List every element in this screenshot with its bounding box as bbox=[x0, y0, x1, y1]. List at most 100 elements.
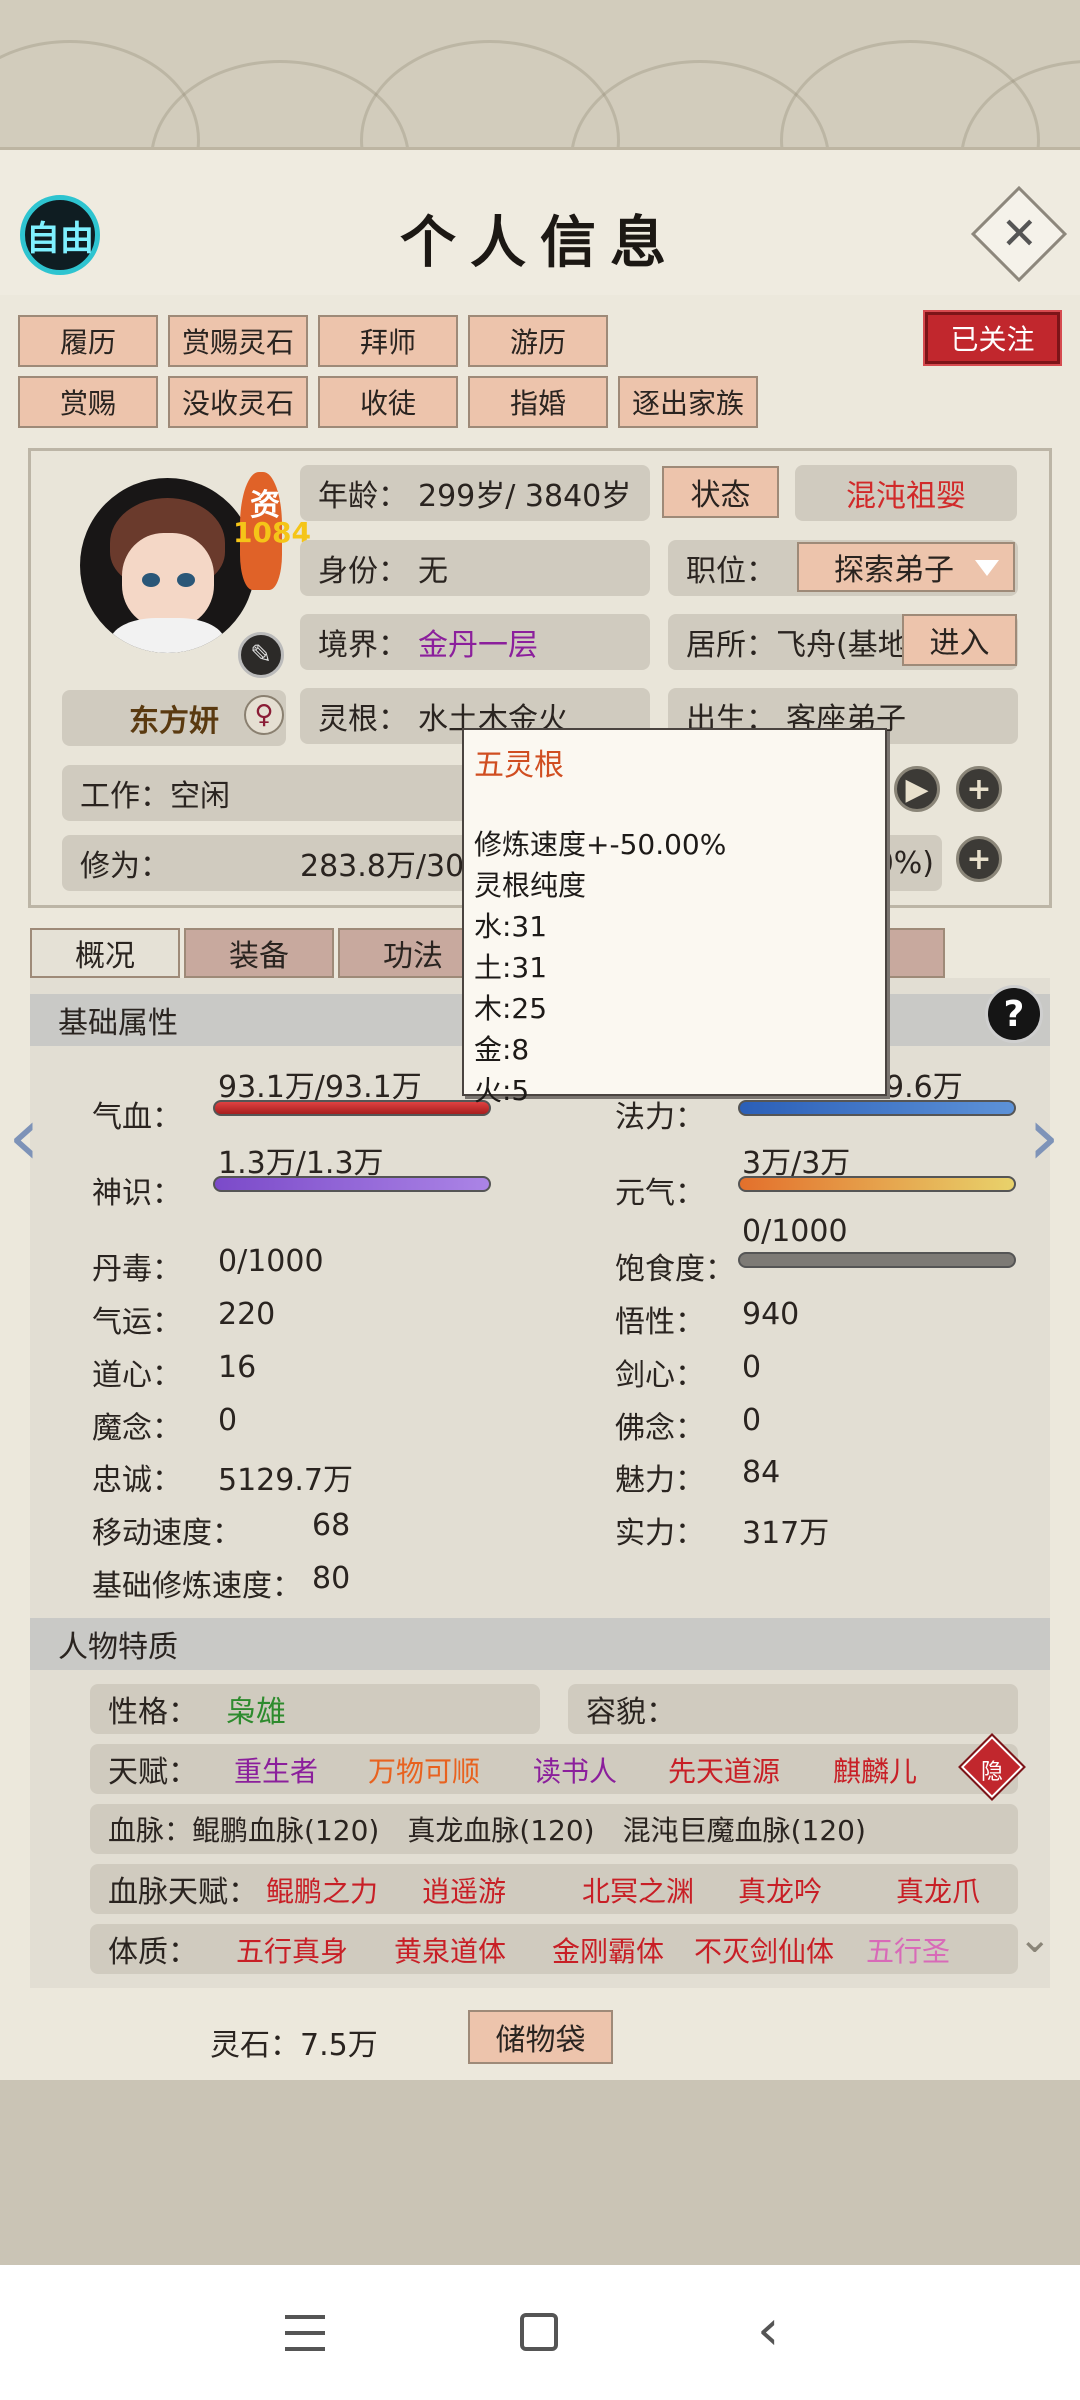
stat-label-power: 实力： bbox=[615, 1516, 705, 1551]
menu-icon[interactable] bbox=[285, 2315, 325, 2351]
stat-label-luck: 气运： bbox=[92, 1305, 182, 1340]
blood-talent-item[interactable]: 真龙爪 bbox=[896, 1870, 980, 1910]
physique-item[interactable]: 不灭剑仙体 bbox=[694, 1930, 834, 1970]
stat-value-dandu: 0/1000 bbox=[218, 1244, 324, 1279]
stat-value-daoxin: 16 bbox=[218, 1350, 257, 1385]
spirit-stone-count: 灵石：7.5万 bbox=[210, 2028, 378, 2063]
reward-button[interactable]: 赏赐 bbox=[18, 376, 158, 428]
stat-value-loyalty: 5129.7万 bbox=[218, 1463, 353, 1498]
satiety-value: 0/1000 bbox=[742, 1214, 848, 1249]
confiscate-stone-button[interactable]: 没收灵石 bbox=[168, 376, 308, 428]
back-icon[interactable]: ‹ bbox=[757, 2303, 779, 2359]
yuanqi-bar bbox=[738, 1176, 1016, 1192]
blood-talent-item[interactable]: 鲲鹏之力 bbox=[266, 1870, 378, 1910]
stat-label-loyalty: 忠诚： bbox=[92, 1463, 182, 1498]
traits-header: 人物特质 bbox=[30, 1618, 1050, 1670]
physique-item[interactable]: 金刚霸体 bbox=[552, 1930, 664, 1970]
expel-button[interactable]: 逐出家族 bbox=[618, 376, 758, 428]
tooltip-speed: 修炼速度+-50.00% bbox=[474, 828, 727, 861]
position-dropdown[interactable]: 探索弟子 bbox=[797, 542, 1015, 592]
tab-overview[interactable]: 概况 bbox=[30, 928, 180, 978]
talent-item[interactable]: 麒麟儿 bbox=[833, 1750, 917, 1790]
tooltip-fire: 火:5 bbox=[474, 1074, 530, 1107]
stat-value-speed: 68 bbox=[312, 1508, 351, 1543]
shenshi-bar bbox=[213, 1176, 491, 1192]
stat-value-charm: 84 bbox=[742, 1455, 781, 1490]
rank-badge: 混沌祖婴 bbox=[795, 465, 1017, 521]
name-text: 东方妍 bbox=[129, 704, 219, 739]
enter-button[interactable]: 进入 bbox=[902, 614, 1017, 666]
talent-item[interactable]: 万物可顺 bbox=[368, 1750, 480, 1790]
spirit-root-tooltip: 五灵根 修炼速度+-50.00% 灵根纯度 水:31 土:31 木:25 金:8… bbox=[462, 728, 887, 1107]
shenshi-label: 神识： bbox=[92, 1176, 182, 1211]
tooltip-purity: 灵根纯度 bbox=[474, 869, 587, 902]
looks-field: 容貌： bbox=[568, 1684, 1018, 1734]
personality-field: 性格： 枭雄 bbox=[90, 1684, 540, 1734]
stat-label-jianxin: 剑心： bbox=[615, 1358, 705, 1393]
resume-button[interactable]: 履历 bbox=[18, 315, 158, 367]
page-title: 个人信息 bbox=[400, 210, 680, 276]
talent-item[interactable]: 先天道源 bbox=[668, 1750, 780, 1790]
take-disciple-button[interactable]: 收徒 bbox=[318, 376, 458, 428]
scroll-down-icon[interactable]: ⌄ bbox=[1018, 1916, 1052, 1962]
bloodline-item: 混沌巨魔血脉(120) bbox=[622, 1814, 866, 1847]
status-button[interactable]: 状态 bbox=[662, 466, 779, 518]
tooltip-earth: 土:31 bbox=[474, 951, 548, 984]
tooltip-metal: 金:8 bbox=[474, 1033, 530, 1066]
stat-label-charm: 魅力： bbox=[615, 1463, 705, 1498]
plus-icon[interactable]: + bbox=[956, 766, 1002, 812]
help-icon[interactable]: ? bbox=[985, 985, 1043, 1043]
system-nav-bar: ‹ bbox=[0, 2265, 1080, 2400]
next-arrow-icon[interactable]: › bbox=[1028, 1090, 1060, 1183]
stat-value-monian: 0 bbox=[218, 1403, 238, 1438]
tooltip-title: 五灵根 bbox=[474, 748, 564, 783]
prev-arrow-icon[interactable]: ‹ bbox=[8, 1090, 40, 1183]
age-field: 年龄： 299岁/ 3840岁 bbox=[300, 465, 650, 521]
follow-badge[interactable]: 已关注 bbox=[923, 310, 1062, 366]
storage-bag-button[interactable]: 储物袋 bbox=[468, 2010, 613, 2064]
stat-value-jianxin: 0 bbox=[742, 1350, 762, 1385]
apprentice-button[interactable]: 拜师 bbox=[318, 315, 458, 367]
dropdown-arrow-icon bbox=[975, 560, 999, 576]
physique-item[interactable]: 黄泉道体 bbox=[394, 1930, 506, 1970]
play-icon[interactable]: ▶ bbox=[894, 766, 940, 812]
stat-label-fonian: 佛念： bbox=[615, 1411, 705, 1446]
stat-value-power: 317万 bbox=[742, 1516, 830, 1551]
tooltip-wood: 木:25 bbox=[474, 992, 548, 1025]
stat-label-dandu: 丹毒： bbox=[92, 1252, 182, 1287]
blood-talent-item[interactable]: 北冥之渊 bbox=[582, 1870, 694, 1910]
cultivation-plus-icon[interactable]: + bbox=[956, 836, 1002, 882]
bloodline-row: 血脉： 鲲鹏血脉(120) 真龙血脉(120) 混沌巨魔血脉(120) bbox=[90, 1804, 1018, 1854]
stat-label-wuxing: 悟性： bbox=[615, 1305, 705, 1340]
stat-label-monian: 魔念： bbox=[92, 1411, 182, 1446]
realm-field: 境界： 金丹一层 bbox=[300, 614, 650, 670]
top-decoration bbox=[0, 0, 1080, 150]
yuanqi-label: 元气： bbox=[615, 1176, 705, 1211]
stat-value-fonian: 0 bbox=[742, 1403, 762, 1438]
reward-stone-button[interactable]: 赏赐灵石 bbox=[168, 315, 308, 367]
edit-pen-icon[interactable]: ✎ bbox=[238, 632, 284, 678]
bloodline-item: 真龙血脉(120) bbox=[407, 1814, 595, 1847]
close-icon: ✕ bbox=[1000, 208, 1038, 259]
qixue-bar bbox=[213, 1100, 491, 1116]
physique-item[interactable]: 五行真身 bbox=[236, 1930, 348, 1970]
talent-item[interactable]: 重生者 bbox=[234, 1750, 318, 1790]
tab-equipment[interactable]: 装备 bbox=[184, 928, 334, 978]
physique-item[interactable]: 五行圣 bbox=[866, 1930, 961, 1970]
arrange-marriage-button[interactable]: 指婚 bbox=[468, 376, 608, 428]
character-avatar bbox=[80, 478, 255, 653]
satiety-label: 饱食度： bbox=[615, 1252, 735, 1287]
talent-item[interactable]: 读书人 bbox=[533, 1750, 617, 1790]
stat-label-speed: 移动速度： bbox=[92, 1516, 242, 1551]
bloodline-item: 鲲鹏血脉(120) bbox=[192, 1814, 380, 1847]
home-icon[interactable] bbox=[520, 2313, 558, 2351]
travel-button[interactable]: 游历 bbox=[468, 315, 608, 367]
identity-field: 身份：无 bbox=[300, 540, 650, 596]
stat-label-base-speed: 基础修炼速度： bbox=[92, 1569, 302, 1604]
stat-value-wuxing: 940 bbox=[742, 1297, 800, 1332]
blood-talent-item[interactable]: 真龙吟 bbox=[738, 1870, 822, 1910]
female-icon: ♀ bbox=[244, 695, 284, 735]
blood-talent-row: 血脉天赋： bbox=[90, 1864, 1018, 1914]
blood-talent-item[interactable]: 逍遥游 bbox=[422, 1870, 506, 1910]
stat-value-base-speed: 80 bbox=[312, 1561, 351, 1596]
